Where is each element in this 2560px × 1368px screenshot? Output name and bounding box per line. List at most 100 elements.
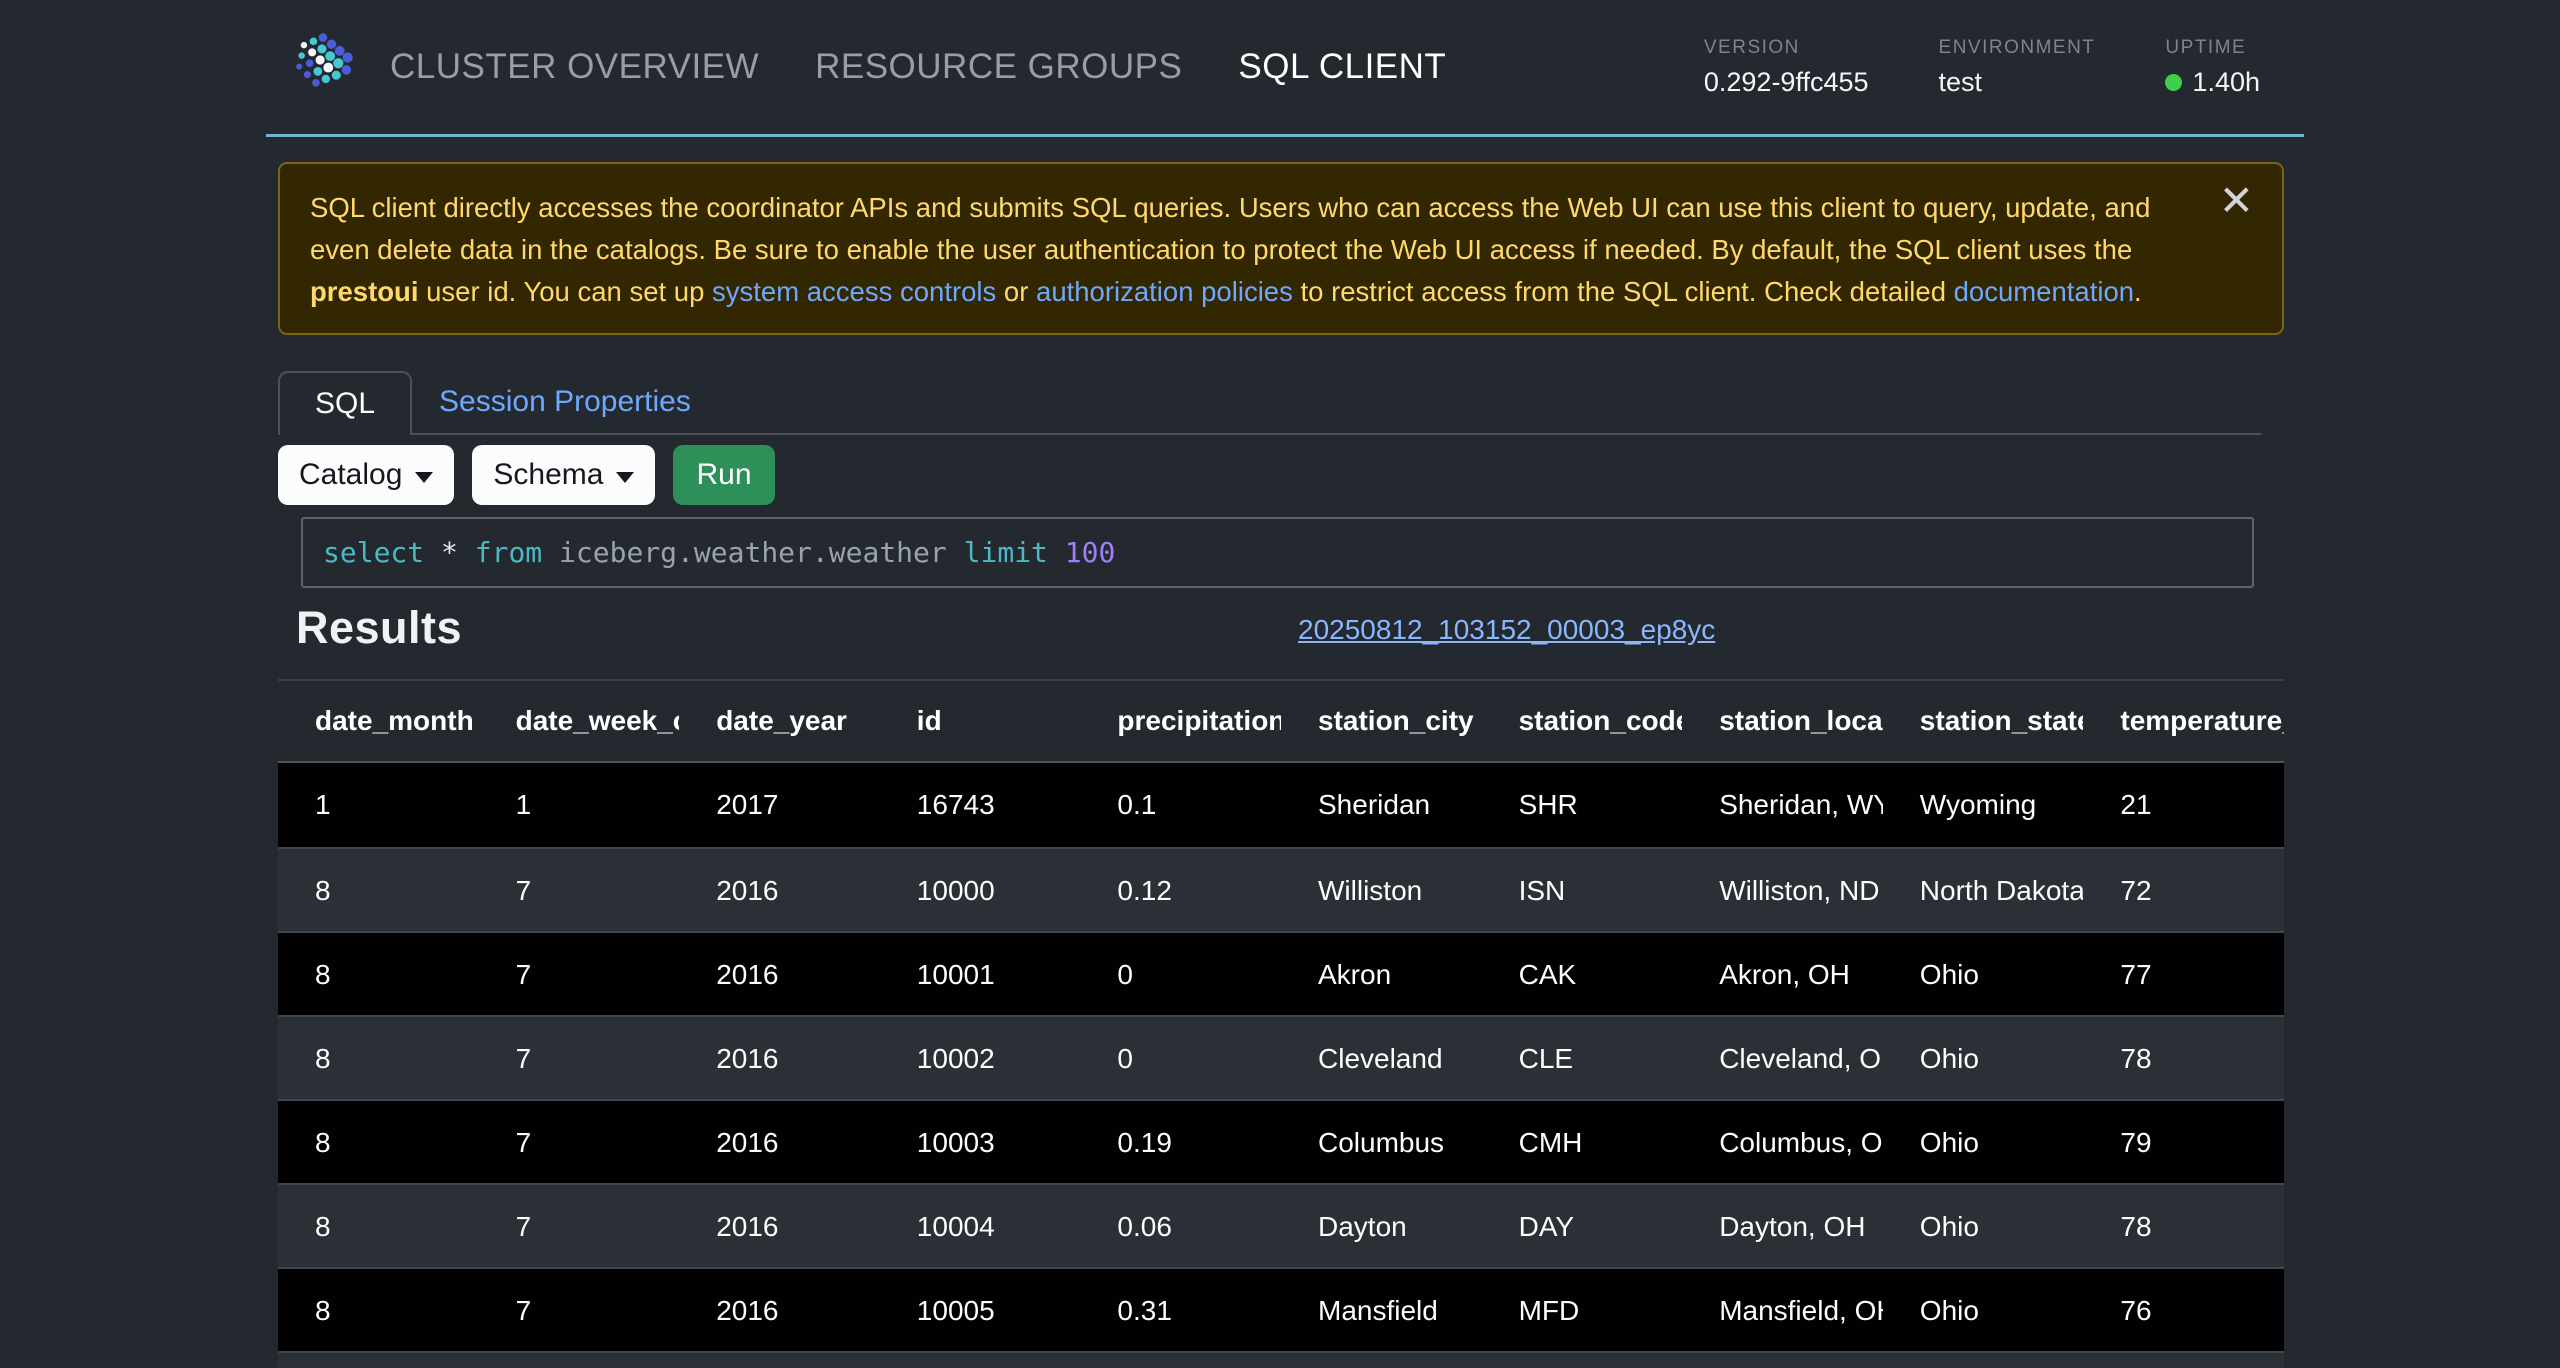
version-value: 0.292-9ffc455	[1704, 67, 1869, 98]
caret-down-icon	[415, 472, 433, 483]
column-header: station_code	[1482, 681, 1683, 761]
tab-bar: SQL Session Properties	[278, 371, 2261, 435]
table-cell: 1	[479, 763, 680, 847]
table-cell: 8	[278, 849, 479, 931]
table-cell: Dayton, OH	[1682, 1185, 1883, 1267]
table-row-partial	[278, 1351, 2284, 1368]
sql-token	[947, 536, 964, 569]
table-cell: Akron	[1281, 933, 1482, 1015]
run-button[interactable]: Run	[673, 445, 774, 505]
environment-info: ENVIRONMENT test	[1939, 37, 2096, 98]
table-row: 872016100050.31MansfieldMFDMansfield, OH…	[278, 1267, 2284, 1351]
sql-token	[458, 536, 475, 569]
close-icon[interactable]: ✕	[2219, 180, 2254, 222]
sql-client-page: SQL client directly accesses the coordin…	[278, 162, 2284, 1368]
table-cell: 8	[278, 933, 479, 1015]
table-cell: 77	[2083, 933, 2284, 1015]
warning-line-3: prestoui user id. You can set up system …	[310, 271, 2172, 313]
table-row: 872016100020ClevelandCLECleveland, OHOhi…	[278, 1015, 2284, 1099]
table-row: 872016100040.06DaytonDAYDayton, OHOhio78	[278, 1183, 2284, 1267]
table-cell: Dayton	[1281, 1185, 1482, 1267]
schema-dropdown[interactable]: Schema	[472, 445, 655, 505]
table-cell: Mansfield	[1281, 1269, 1482, 1351]
uptime-value: 1.40h	[2192, 67, 2260, 98]
table-cell: 8	[278, 1185, 479, 1267]
query-id-link[interactable]: 20250812_103152_00003_ep8yc	[1298, 614, 1715, 646]
link-system-access-controls[interactable]: system access controls	[712, 276, 996, 307]
warning-text: to restrict access from the SQL client. …	[1293, 276, 1954, 307]
warning-text: SQL client directly accesses the coordin…	[310, 192, 2150, 223]
table-cell: 7	[479, 1101, 680, 1183]
table-cell: Cleveland, OH	[1682, 1017, 1883, 1099]
sql-token: from	[475, 536, 542, 569]
warning-text: even delete data in the catalogs. Be sur…	[310, 234, 2132, 265]
column-header: station_location	[1682, 681, 1883, 761]
table-cell: 21	[2083, 763, 2284, 847]
column-header: station_city	[1281, 681, 1482, 761]
tab-sql[interactable]: SQL	[278, 371, 412, 435]
nav-sql-client[interactable]: SQL CLIENT	[1238, 47, 1446, 87]
catalog-dropdown[interactable]: Catalog	[278, 445, 454, 505]
caret-down-icon	[616, 472, 634, 483]
table-cell: ISN	[1482, 849, 1683, 931]
table-cell: 2016	[679, 1101, 880, 1183]
cluster-info: VERSION 0.292-9ffc455 ENVIRONMENT test U…	[1704, 37, 2260, 98]
results-table-body: 112017167430.1SheridanSHRSheridan, WYWyo…	[278, 763, 2284, 1351]
table-cell: 8	[278, 1269, 479, 1351]
uptime-info: UPTIME 1.40h	[2165, 37, 2260, 98]
table-cell: 16743	[880, 763, 1081, 847]
warning-text: .	[2134, 276, 2142, 307]
uptime-label: UPTIME	[2165, 37, 2260, 59]
nav-cluster-overview[interactable]: CLUSTER OVERVIEW	[390, 47, 759, 87]
nav-resource-groups[interactable]: RESOURCE GROUPS	[815, 47, 1182, 87]
nav-divider	[266, 134, 2304, 137]
sql-token: 100	[1065, 536, 1116, 569]
column-header: date_month	[278, 681, 479, 761]
link-authorization-policies[interactable]: authorization policies	[1036, 276, 1293, 307]
table-cell: North Dakota	[1883, 849, 2084, 931]
table-cell: 7	[479, 849, 680, 931]
presto-logo-icon[interactable]	[284, 27, 360, 107]
table-row: 872016100000.12WillistonISNWilliston, ND…	[278, 847, 2284, 931]
sql-token	[1048, 536, 1065, 569]
tab-session-properties[interactable]: Session Properties	[439, 371, 691, 433]
sql-editor[interactable]: select * from iceberg.weather.weather li…	[301, 517, 2254, 588]
table-row: 872016100010AkronCAKAkron, OHOhio77	[278, 931, 2284, 1015]
table-row: 872016100030.19ColumbusCMHColumbus, OHOh…	[278, 1099, 2284, 1183]
table-cell: Columbus	[1281, 1101, 1482, 1183]
table-cell: 10000	[880, 849, 1081, 931]
link-documentation[interactable]: documentation	[1954, 276, 2134, 307]
sql-token: iceberg.weather.weather	[559, 536, 947, 569]
table-cell: Ohio	[1883, 1017, 2084, 1099]
uptime-value-wrap: 1.40h	[2165, 67, 2260, 98]
table-cell: 0.31	[1080, 1269, 1281, 1351]
table-cell: 7	[479, 1185, 680, 1267]
table-cell: Sheridan, WY	[1682, 763, 1883, 847]
table-cell: Columbus, OH	[1682, 1101, 1883, 1183]
table-cell: 0.12	[1080, 849, 1281, 931]
results-header: Results 20250812_103152_00003_ep8yc	[278, 602, 2284, 658]
table-row: 112017167430.1SheridanSHRSheridan, WYWyo…	[278, 763, 2284, 847]
table-cell: 10002	[880, 1017, 1081, 1099]
table-cell: 0	[1080, 1017, 1281, 1099]
prestoui-user-id: prestoui	[310, 276, 418, 307]
table-cell: Sheridan	[1281, 763, 1482, 847]
results-table: date_monthdate_week_ofdate_yearidprecipi…	[278, 679, 2284, 1368]
table-cell: 78	[2083, 1185, 2284, 1267]
sql-token: *	[441, 536, 458, 569]
table-cell: 2016	[679, 1269, 880, 1351]
column-header: date_week_of	[479, 681, 680, 761]
table-cell: Ohio	[1883, 933, 2084, 1015]
uptime-status-dot-icon	[2165, 74, 2182, 91]
table-cell: 10001	[880, 933, 1081, 1015]
table-cell: 0	[1080, 933, 1281, 1015]
top-nav: CLUSTER OVERVIEW RESOURCE GROUPS SQL CLI…	[0, 0, 2560, 134]
table-cell: 2016	[679, 1017, 880, 1099]
catalog-dropdown-label: Catalog	[299, 458, 402, 492]
table-cell: 0.19	[1080, 1101, 1281, 1183]
table-cell: Mansfield, OH	[1682, 1269, 1883, 1351]
sql-token: select	[323, 536, 424, 569]
schema-dropdown-label: Schema	[493, 458, 603, 492]
table-cell: SHR	[1482, 763, 1683, 847]
table-cell: Williston, ND	[1682, 849, 1883, 931]
